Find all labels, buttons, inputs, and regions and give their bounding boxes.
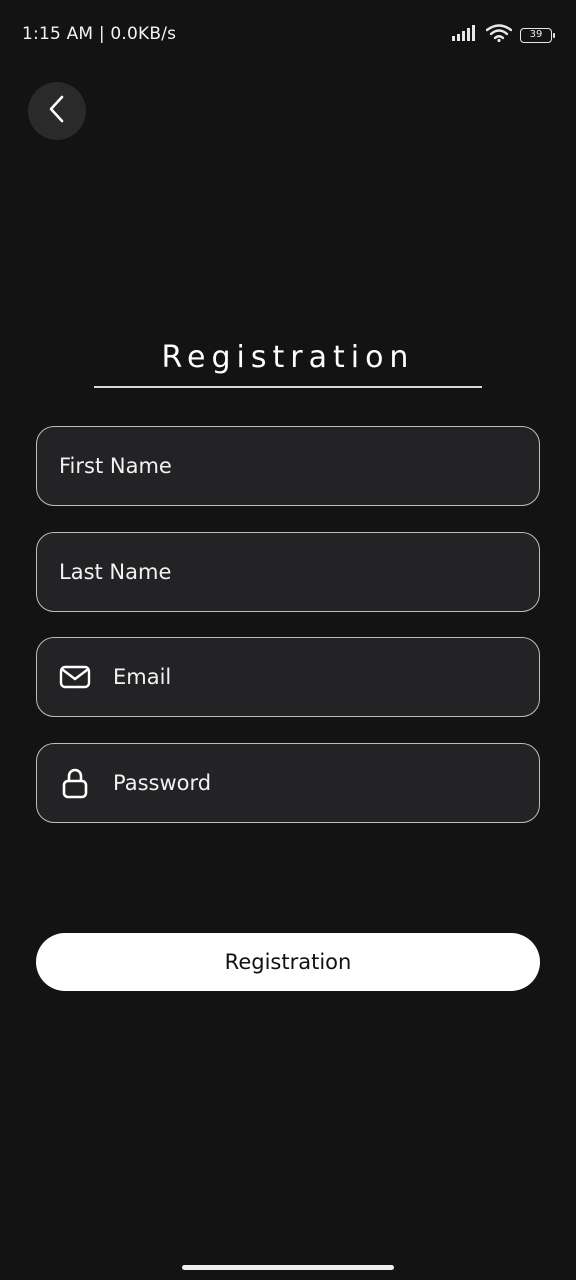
page-title: Registration xyxy=(161,340,415,375)
password-field[interactable] xyxy=(36,743,540,823)
signal-icon xyxy=(452,25,478,45)
registration-button[interactable]: Registration xyxy=(36,933,540,991)
chevron-left-icon xyxy=(46,94,68,128)
last-name-input[interactable] xyxy=(59,560,539,584)
title-underline xyxy=(94,386,482,388)
wifi-icon xyxy=(485,24,513,46)
first-name-field[interactable] xyxy=(36,426,540,506)
status-time: 1:15 AM | 0.0KB/s xyxy=(22,24,177,44)
lock-icon xyxy=(59,767,91,799)
back-button[interactable] xyxy=(28,82,86,140)
email-field[interactable] xyxy=(36,637,540,717)
battery-icon: 39 xyxy=(520,27,555,43)
status-icons: 39 xyxy=(452,24,555,46)
battery-level: 39 xyxy=(529,29,543,40)
password-input[interactable] xyxy=(113,771,539,795)
last-name-field[interactable] xyxy=(36,532,540,612)
first-name-input[interactable] xyxy=(59,454,539,478)
mail-icon xyxy=(59,661,91,693)
email-input[interactable] xyxy=(113,665,539,689)
home-indicator[interactable] xyxy=(182,1265,394,1270)
status-bar: 1:15 AM | 0.0KB/s 39 xyxy=(0,0,576,70)
